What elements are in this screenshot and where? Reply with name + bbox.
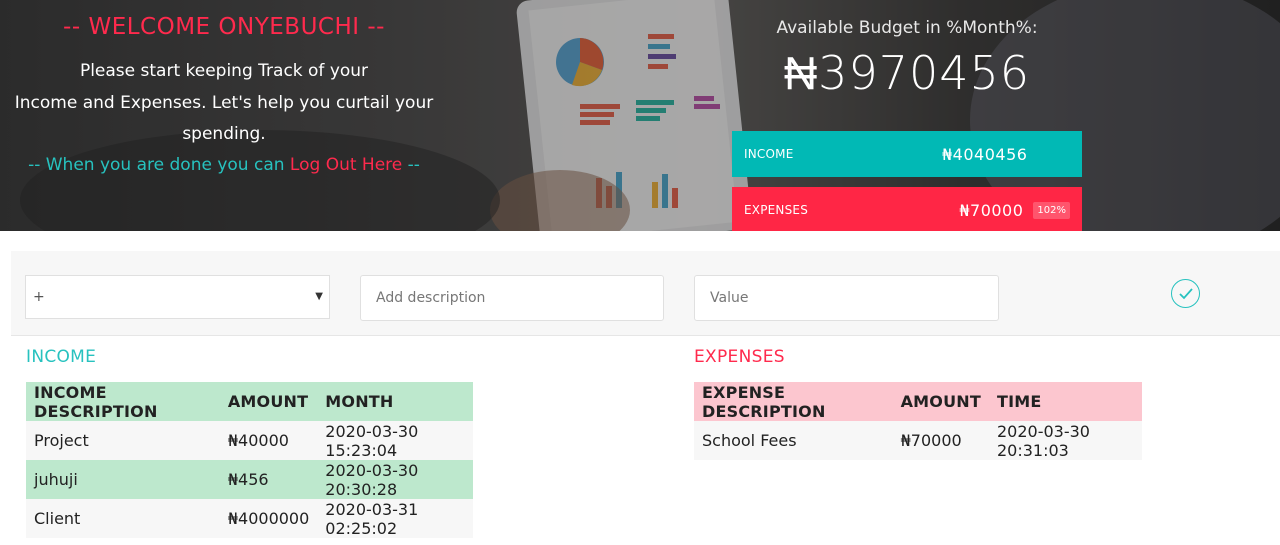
intro-line: Income and Expenses. Let's help you curt… bbox=[14, 92, 434, 113]
income-table-header-row: INCOME DESCRIPTION AMOUNT MONTH bbox=[26, 382, 473, 421]
table-row[interactable]: Client ₦4000000 2020-03-31 02:25:02 bbox=[26, 499, 473, 538]
income-header-description: INCOME DESCRIPTION bbox=[26, 382, 220, 421]
description-input[interactable] bbox=[360, 275, 664, 321]
expenses-table-header-row: EXPENSE DESCRIPTION AMOUNT TIME bbox=[694, 382, 1142, 421]
logout-line: -- When you are done you can Log Out Her… bbox=[0, 155, 448, 175]
expenses-summary: EXPENSES ₦70000 102% bbox=[732, 187, 1082, 231]
table-row[interactable]: School Fees ₦70000 2020-03-30 20:31:03 bbox=[694, 421, 1142, 460]
income-description-cell: juhuji bbox=[26, 460, 220, 499]
welcome-heading: -- WELCOME ONYEBUCHI -- bbox=[63, 14, 385, 40]
income-month-cell: 2020-03-30 15:23:04 bbox=[317, 421, 473, 460]
hero-header: -- WELCOME ONYEBUCHI -- Please start kee… bbox=[0, 0, 1280, 231]
income-description-cell: Project bbox=[26, 421, 220, 460]
intro-line: spending. bbox=[182, 124, 266, 144]
income-summary-value: ₦4040456 bbox=[942, 144, 1028, 164]
expenses-table: EXPENSE DESCRIPTION AMOUNT TIME School F… bbox=[694, 382, 1142, 460]
income-summary-label: INCOME bbox=[744, 147, 794, 161]
budget-value: ₦3970456 bbox=[783, 46, 1031, 100]
table-row[interactable]: juhuji ₦456 2020-03-30 20:30:28 bbox=[26, 460, 473, 499]
expenses-list-title: EXPENSES bbox=[694, 347, 785, 367]
chevron-down-icon: ▼ bbox=[315, 291, 323, 302]
expense-time-cell: 2020-03-30 20:31:03 bbox=[989, 421, 1142, 460]
type-select-value: + bbox=[33, 289, 45, 305]
expense-description-cell: School Fees bbox=[694, 421, 893, 460]
expense-header-time: TIME bbox=[989, 382, 1142, 421]
logout-prefix: -- When you are done you can bbox=[28, 155, 290, 175]
logout-suffix: -- bbox=[402, 155, 420, 175]
income-description-cell: Client bbox=[26, 499, 220, 538]
expense-header-description: EXPENSE DESCRIPTION bbox=[694, 382, 893, 421]
income-summary: INCOME ₦4040456 bbox=[732, 131, 1082, 177]
intro-line: Please start keeping Track of your bbox=[79, 61, 369, 81]
income-amount-cell: ₦40000 bbox=[219, 421, 318, 460]
expenses-summary-label: EXPENSES bbox=[744, 203, 809, 217]
expense-amount-cell: ₦70000 bbox=[892, 421, 989, 460]
add-entry-bar: + ▼ bbox=[11, 251, 1280, 336]
expenses-percent-badge: 102% bbox=[1033, 201, 1070, 219]
check-circle-icon bbox=[1179, 288, 1193, 300]
budget-title: Available Budget in %Month%: bbox=[776, 18, 1038, 38]
income-amount-cell: ₦456 bbox=[219, 460, 318, 499]
logout-link[interactable]: Log Out Here bbox=[290, 155, 402, 175]
income-header-month: MONTH bbox=[317, 382, 473, 421]
income-list-title: INCOME bbox=[26, 347, 97, 367]
expense-header-amount: AMOUNT bbox=[892, 382, 989, 421]
intro-text: Please start keeping Track of your Incom… bbox=[0, 56, 448, 151]
income-month-cell: 2020-03-30 20:30:28 bbox=[317, 460, 473, 499]
value-input[interactable] bbox=[694, 275, 999, 321]
income-amount-cell: ₦4000000 bbox=[219, 499, 318, 538]
income-header-amount: AMOUNT bbox=[219, 382, 318, 421]
table-row[interactable]: Project ₦40000 2020-03-30 15:23:04 bbox=[26, 421, 473, 460]
income-month-cell: 2020-03-31 02:25:02 bbox=[317, 499, 473, 538]
type-select[interactable]: + ▼ bbox=[25, 275, 330, 319]
income-table: INCOME DESCRIPTION AMOUNT MONTH Project … bbox=[26, 382, 473, 538]
expenses-summary-value: ₦70000 bbox=[959, 200, 1024, 220]
add-submit-button[interactable] bbox=[1171, 279, 1200, 308]
